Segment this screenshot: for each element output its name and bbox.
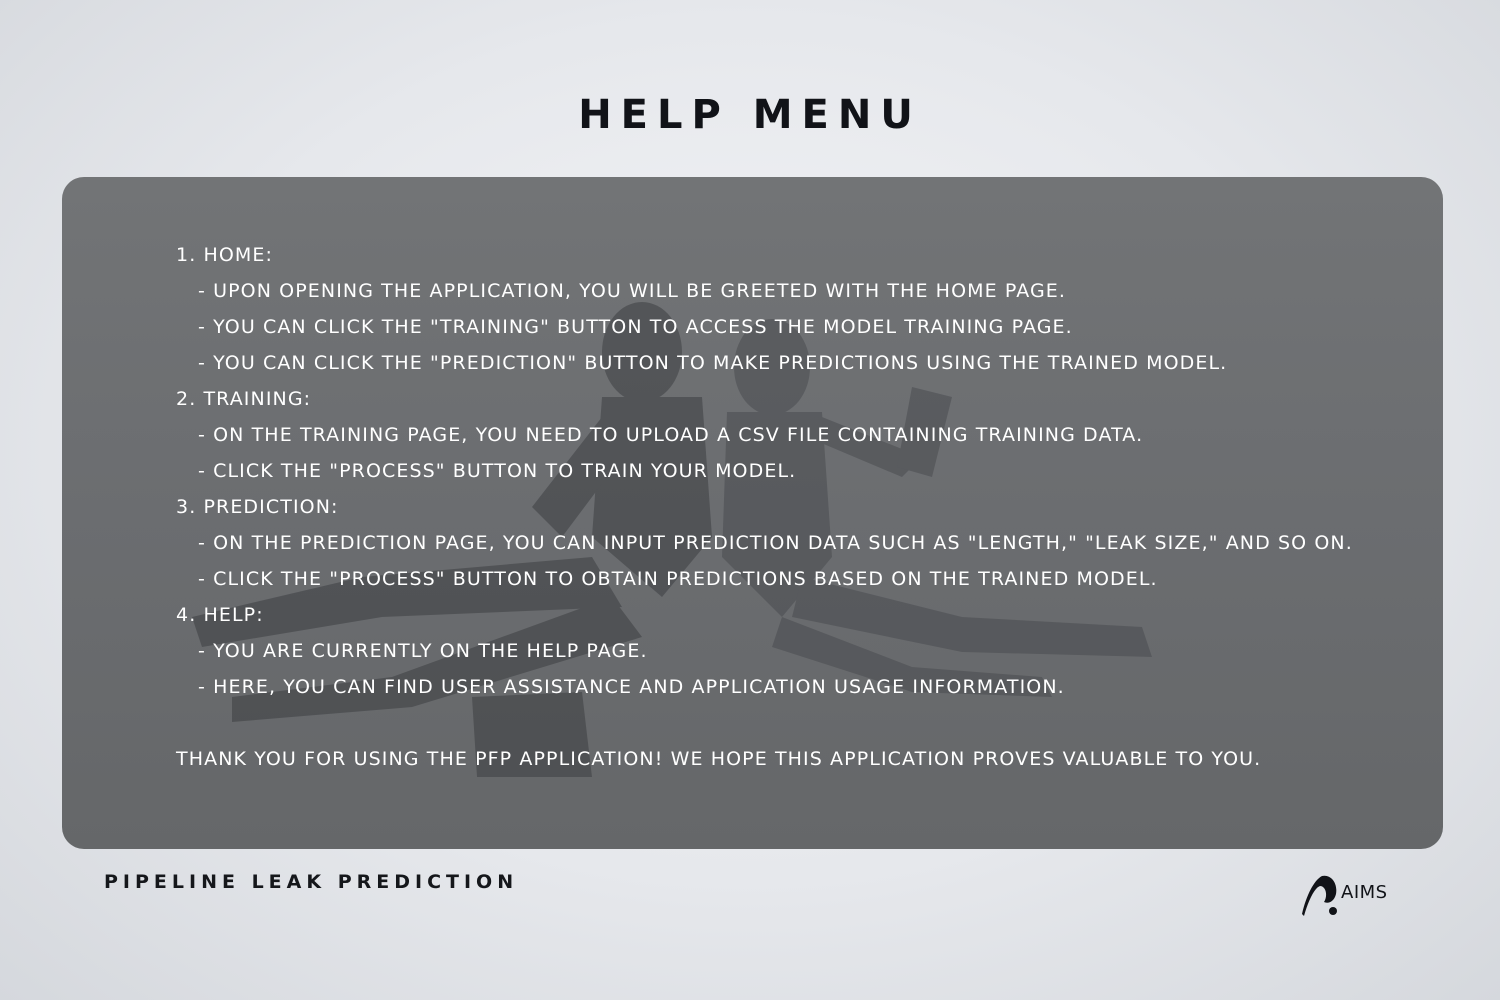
help-content: 1. Home: - Upon opening the application,…: [176, 237, 1403, 777]
section-item: - You can click the "Training" button to…: [198, 316, 1073, 338]
app-name: Pipeline Leak Prediction: [104, 871, 519, 893]
section-heading: 3. Prediction:: [176, 496, 339, 518]
help-panel: 1. Home: - Upon opening the application,…: [62, 177, 1443, 849]
section-heading: 2. Training:: [176, 388, 312, 410]
section-item: - Click the "Process" button to obtain p…: [198, 568, 1158, 590]
section-item: - Click the "Process" button to train yo…: [198, 460, 797, 482]
help-section-training: 2. Training: - On the training page, you…: [176, 381, 1403, 489]
closing-message: Thank you for using the PFP application!…: [176, 748, 1262, 770]
aims-logo: AIMS: [1300, 870, 1420, 920]
help-section-help: 4. Help: - You are currently on the help…: [176, 597, 1403, 705]
aims-logo-icon: [1302, 875, 1337, 916]
help-section-home: 1. Home: - Upon opening the application,…: [176, 237, 1403, 381]
section-item: - You can click the "Prediction" button …: [198, 352, 1228, 374]
section-heading: 4. Help:: [176, 604, 264, 626]
section-item: - Upon opening the application, you will…: [198, 280, 1067, 302]
section-item: - On the prediction page, you can input …: [198, 532, 1353, 554]
section-item: - Here, you can find user assistance and…: [198, 676, 1065, 698]
section-item: - On the training page, you need to uplo…: [198, 424, 1144, 446]
help-section-prediction: 3. Prediction: - On the prediction page,…: [176, 489, 1403, 597]
section-item: - You are currently on the help page.: [198, 640, 648, 662]
section-heading: 1. Home:: [176, 244, 274, 266]
page-title: Help Menu: [578, 92, 922, 138]
logo-text: AIMS: [1341, 882, 1388, 903]
